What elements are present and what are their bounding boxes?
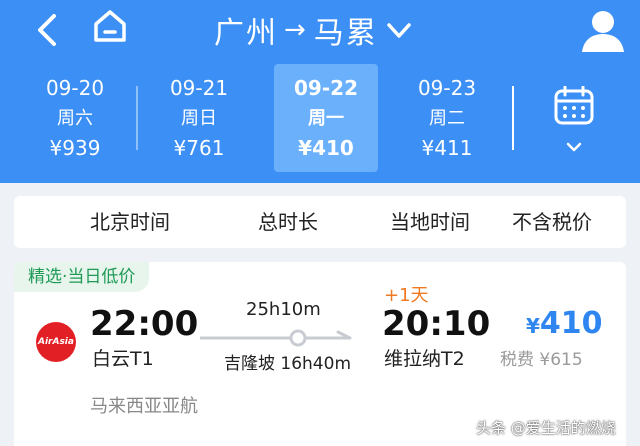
flight-duration: 25h10m (246, 299, 321, 320)
column-header-bar: 北京时间 总时长 当地时间 不含税价 (14, 196, 626, 248)
calendar-icon (554, 86, 594, 125)
arrival-airport: 维拉纳T2 (384, 348, 465, 370)
date-price: ¥761 (173, 136, 225, 160)
weekday-label: 周一 (308, 108, 344, 129)
date-label: 09-20 (45, 76, 105, 100)
home-icon (94, 10, 126, 42)
date-price: ¥410 (298, 136, 354, 160)
header: 广州 → 马累 09-20 周六 ¥939 09-21 周日 ¥761 09-2… (0, 0, 640, 183)
route-line-icon (200, 329, 352, 347)
chevron-down-icon (387, 23, 411, 38)
user-button[interactable] (578, 6, 628, 54)
arrival-time: 20:10 (382, 304, 491, 344)
user-icon (582, 11, 624, 52)
date-label: 09-21 (169, 76, 229, 100)
date-tab-0920[interactable]: 09-20 周六 ¥939 (14, 64, 136, 172)
calendar-button[interactable] (546, 86, 602, 160)
date-price: ¥411 (421, 136, 473, 160)
price-amount: 410 (539, 306, 603, 341)
flight-price: ¥410 (526, 304, 603, 344)
column-beijing-time: 北京时间 (90, 210, 170, 234)
airline-name: 马来西亚亚航 (90, 396, 198, 417)
top-bar: 广州 → 马累 (0, 0, 640, 60)
weekday-label: 周二 (429, 108, 465, 129)
back-arrow-icon (38, 14, 56, 46)
date-tab-0921[interactable]: 09-21 周日 ¥761 (138, 64, 260, 172)
date-label: 09-23 (417, 76, 477, 100)
route-selector[interactable]: 广州 → 马累 (214, 10, 414, 51)
date-label: 09-22 (294, 76, 358, 100)
calendar-divider (512, 86, 514, 150)
watermark: 头条 @爱生活的燃烧 (476, 419, 616, 437)
tax-fee: 税费 ¥615 (500, 350, 583, 370)
destination-city: 马累 (313, 16, 378, 51)
date-tab-0922[interactable]: 09-22 周一 ¥410 (274, 64, 378, 172)
stopover-info: 吉隆坡 16h40m (224, 354, 352, 374)
home-button[interactable] (90, 6, 130, 46)
column-total-duration: 总时长 (258, 210, 318, 234)
date-tab-0923[interactable]: 09-23 周二 ¥411 (392, 64, 502, 172)
column-tax-excluded-price: 不含税价 (512, 210, 592, 234)
weekday-label: 周日 (181, 108, 217, 129)
column-local-time: 当地时间 (390, 210, 470, 234)
date-price: ¥939 (49, 136, 101, 160)
departure-airport: 白云T1 (92, 348, 154, 370)
origin-city: 广州 (214, 16, 278, 51)
airasia-logo: AirAsia (36, 322, 76, 362)
weekday-label: 周六 (57, 108, 93, 129)
departure-time: 22:00 (90, 304, 199, 344)
price-currency: ¥ (526, 314, 540, 338)
back-button[interactable] (30, 10, 64, 50)
chevron-down-icon (566, 142, 582, 152)
lowest-price-badge: 精选·当日低价 (14, 262, 150, 292)
route-arrow: → (284, 15, 308, 45)
